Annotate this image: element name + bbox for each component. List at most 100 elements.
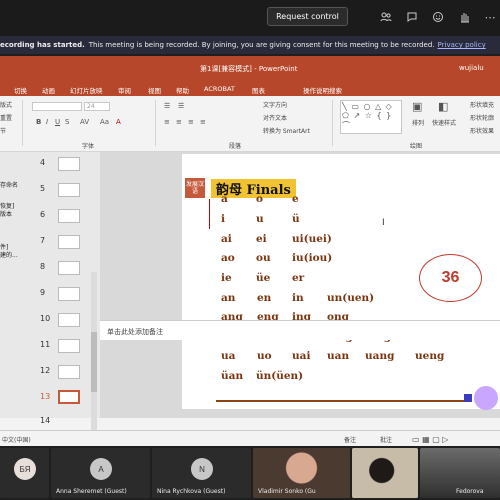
raise-hand-icon[interactable] <box>456 9 472 25</box>
italic-icon[interactable]: I <box>46 118 48 126</box>
arrange-button[interactable]: 排列 <box>412 118 424 127</box>
banner-text: This meeting is being recorded. By joini… <box>88 41 435 49</box>
participant-video-tile[interactable]: Vladimir Sonko (Gu <box>253 448 350 498</box>
thumb-number: 9 <box>40 288 46 297</box>
align-left-icon[interactable]: ≡ <box>164 118 170 126</box>
menu-review[interactable]: 审阅 <box>118 85 131 95</box>
thumb-number-selected: 13 <box>40 392 51 401</box>
underline-icon[interactable]: U <box>55 118 60 126</box>
slide-thumbnails-panel: 存命名 恢复] 版本 件] 建的... 4 5 6 7 8 9 10 11 12… <box>0 152 100 446</box>
bullets-icon[interactable]: ☰ <box>164 102 170 110</box>
slide-thumbnail[interactable] <box>58 157 80 171</box>
scrollbar-handle[interactable] <box>91 332 97 392</box>
final-syllable: ou <box>256 252 271 264</box>
slide-thumbnail[interactable] <box>58 287 80 301</box>
final-syllable: e <box>292 193 299 205</box>
justify-icon[interactable]: ≡ <box>200 118 206 126</box>
shared-powerpoint-window: 第1课[兼容模式] - PowerPoint wujialu 切换 动画 幻灯片… <box>0 56 500 446</box>
char-spacing-icon[interactable]: AV <box>80 118 89 126</box>
slide-thumbnail[interactable] <box>58 183 80 197</box>
slide-thumbnail[interactable] <box>58 209 80 223</box>
slide-thumbnail[interactable] <box>58 365 80 379</box>
menu-view[interactable]: 视图 <box>148 85 161 95</box>
participant-tile[interactable]: БЯ <box>0 448 49 498</box>
view-normal-icon[interactable]: ▭ ▦ ▢ ▷ <box>412 435 448 444</box>
thumbnail-scrollbar[interactable] <box>91 272 97 446</box>
final-syllable: in <box>292 292 304 304</box>
status-language: 中文(中国) <box>2 437 31 444</box>
slide-thumbnail[interactable] <box>58 261 80 275</box>
align-right-icon[interactable]: ≡ <box>188 118 194 126</box>
group-paragraph-label: 段落 <box>229 143 242 150</box>
menu-search[interactable]: 操作说明搜索 <box>303 85 342 95</box>
smartart-button[interactable]: 转换为 SmartArt <box>263 126 310 135</box>
slide-thumbnail[interactable] <box>58 339 80 353</box>
thumb-number: 5 <box>40 184 46 193</box>
menu-help[interactable]: 帮助 <box>176 85 189 95</box>
ppt-ribbon: 版式 重置 节 24 B I U S AV Aa A 字体 ☰ ☰ ≡ ≡ ≡ … <box>0 96 500 152</box>
menu-acrobat[interactable]: ACROBAT <box>204 85 235 93</box>
numbering-icon[interactable]: ☰ <box>178 102 184 110</box>
menu-slideshow[interactable]: 幻灯片放映 <box>70 85 103 95</box>
participant-tile[interactable]: A Anna Sheremet (Guest) <box>51 448 150 498</box>
font-name-box[interactable] <box>32 102 82 111</box>
strikethrough-icon[interactable]: S <box>65 118 69 126</box>
reset-button[interactable]: 重置 <box>0 113 12 122</box>
menu-chart[interactable]: 图表 <box>252 85 265 95</box>
ribbon-separator <box>22 100 23 146</box>
thumb-number: 10 <box>40 314 51 323</box>
participant-video-tile[interactable]: Fedorova <box>420 448 500 498</box>
more-icon[interactable]: ⋯ <box>482 9 498 25</box>
participant-tile[interactable]: N Nina Rychkova (Guest) <box>152 448 251 498</box>
menu-animations[interactable]: 动画 <box>42 85 55 95</box>
shapes-gallery[interactable]: ╲ ▭ ○ △ ◇ ⬠ ↗ ☆ { } ⌒ <box>340 100 402 134</box>
ppt-status-bar: 中文(中国) 备注 批注 ▭ ▦ ▢ ▷ <box>0 430 500 446</box>
align-center-icon[interactable]: ≡ <box>176 118 182 126</box>
align-text-button[interactable]: 对齐文本 <box>263 113 287 122</box>
recording-banner: ecording has started. This meeting is be… <box>0 36 500 54</box>
banner-bold: ecording has started. <box>0 41 85 49</box>
participant-video-tile[interactable] <box>352 448 418 498</box>
layout-button[interactable]: 版式 <box>0 100 12 109</box>
quick-styles-button[interactable]: 快速样式 <box>432 118 456 127</box>
reaction-icon[interactable] <box>430 9 446 25</box>
arrange-icon[interactable]: ▣ <box>412 100 422 113</box>
text-direction-button[interactable]: 文字方向 <box>263 100 287 109</box>
privacy-policy-link[interactable]: Privacy policy <box>438 41 486 49</box>
font-size-box[interactable]: 24 <box>84 102 110 111</box>
slide-thumbnail[interactable] <box>58 235 80 249</box>
status-notes-button[interactable]: 备注 <box>344 435 356 444</box>
thumb-number: 14 <box>40 416 51 425</box>
participant-name: Fedorova <box>456 488 484 495</box>
title-accent-line <box>209 199 210 229</box>
group-drawing-label: 绘图 <box>410 143 423 150</box>
people-icon[interactable] <box>378 9 394 25</box>
chat-icon[interactable] <box>404 9 420 25</box>
final-syllable: i <box>221 213 225 225</box>
status-comments-button[interactable]: 批注 <box>380 435 392 444</box>
slide-thumbnail[interactable] <box>58 313 80 327</box>
shape-fill-button[interactable]: 形状填充 <box>470 100 494 109</box>
final-syllable: an <box>221 292 236 304</box>
slide-thumbnail-selected[interactable] <box>58 390 80 404</box>
font-color-icon[interactable]: A <box>116 118 121 126</box>
current-slide[interactable]: 发展汉语 韵母 Finals a o e i u ü ai ei ui(uei) ao ou iu(i… <box>182 154 500 410</box>
thumb-number: 6 <box>40 210 46 219</box>
shape-outline-button[interactable]: 形状轮廓 <box>470 113 494 122</box>
avatar: N <box>191 458 213 480</box>
request-control-button[interactable]: Request control <box>267 7 348 26</box>
thumb-number: 8 <box>40 262 46 271</box>
group-font-label: 字体 <box>82 143 95 150</box>
ribbon-separator <box>332 100 333 146</box>
final-syllable: uo <box>257 350 272 362</box>
quick-styles-icon[interactable]: ◧ <box>438 100 448 113</box>
final-syllable: ueng <box>415 350 445 362</box>
notes-pane[interactable]: 单击此处添加备注 <box>100 320 500 340</box>
avatar: БЯ <box>14 458 36 480</box>
section-button[interactable]: 节 <box>0 126 6 135</box>
menu-transitions[interactable]: 切换 <box>14 85 27 95</box>
final-syllable: ei <box>256 233 267 245</box>
shape-effects-button[interactable]: 形状效果 <box>470 126 494 135</box>
font-case-icon[interactable]: Aa <box>100 118 109 126</box>
bold-icon[interactable]: B <box>36 118 41 126</box>
